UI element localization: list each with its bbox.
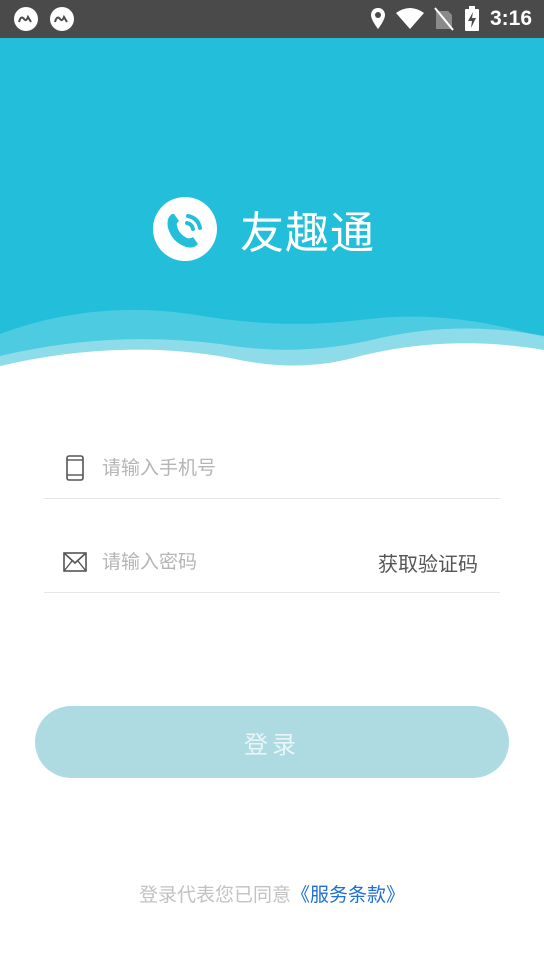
location-icon [370,8,385,29]
terms-link[interactable]: 《服务条款》 [291,884,405,906]
envelope-icon [62,549,88,575]
phone-input[interactable] [100,456,344,480]
status-bar: 3:16 [0,0,544,38]
hero-header: 友趣通 [0,38,544,388]
agreement-text: 登录代表您已同意《服务条款》 [0,880,544,907]
wifi-icon [395,8,424,29]
app-icon [50,7,74,31]
system-icons: 3:16 [370,6,532,32]
app-icon [14,7,38,31]
wave-decoration [0,309,544,388]
notification-icons [14,7,74,31]
battery-charging-icon [464,6,479,31]
get-code-button[interactable]: 获取验证码 [378,548,478,577]
status-time: 3:16 [489,7,532,30]
code-field: 获取验证码 [44,532,500,593]
no-sim-icon [434,7,454,31]
phone-icon [62,455,88,481]
login-button[interactable]: 登录 [35,706,509,778]
phone-field [44,438,500,499]
agreement-prefix: 登录代表您已同意 [138,884,291,906]
code-input[interactable] [100,550,344,574]
